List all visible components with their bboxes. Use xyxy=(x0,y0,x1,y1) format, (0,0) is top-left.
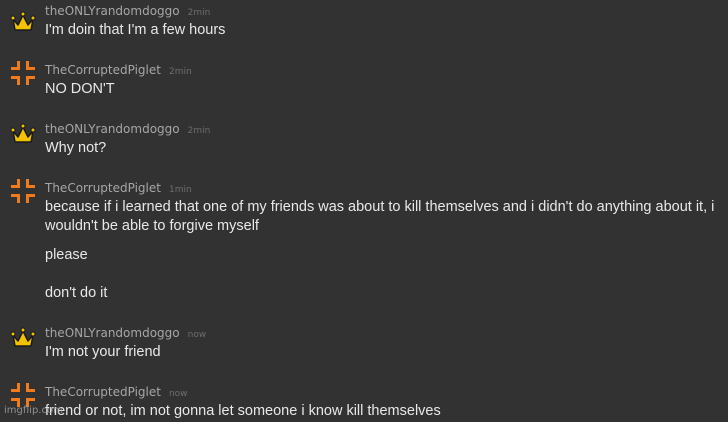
watermark: imgflip.com xyxy=(4,405,63,416)
username[interactable]: theONLYrandomdoggo xyxy=(45,4,180,18)
username[interactable]: TheCorruptedPiglet xyxy=(45,181,161,195)
message-text: friend or not, im not gonna let someone … xyxy=(45,403,441,419)
timestamp: 2min xyxy=(187,8,211,18)
timestamp: 1min xyxy=(168,185,192,195)
timestamp: now xyxy=(168,389,188,399)
avatar[interactable] xyxy=(10,122,36,148)
message-text: I'm not your friend xyxy=(45,344,161,360)
avatar[interactable] xyxy=(10,10,36,36)
avatar[interactable] xyxy=(10,60,36,86)
timestamp: 2min xyxy=(168,67,192,77)
username[interactable]: theONLYrandomdoggo xyxy=(45,326,180,340)
message-text: wouldn't be able to forgive myself xyxy=(45,218,259,234)
crown-icon xyxy=(10,327,36,347)
timestamp: now xyxy=(187,330,207,340)
username[interactable]: TheCorruptedPiglet xyxy=(45,385,161,399)
username[interactable]: TheCorruptedPiglet xyxy=(45,63,161,77)
orange-cross-icon xyxy=(11,179,35,203)
crown-icon xyxy=(10,123,36,143)
message-text: Why not? xyxy=(45,140,107,156)
orange-cross-icon xyxy=(11,61,35,85)
message-text: because if i learned that one of my frie… xyxy=(45,199,715,215)
avatar[interactable] xyxy=(10,178,36,204)
username[interactable]: theONLYrandomdoggo xyxy=(45,122,180,136)
crown-icon xyxy=(10,11,36,31)
message-text: I'm doin that I'm a few hours xyxy=(45,22,226,38)
message-text: don't do it xyxy=(45,285,108,301)
avatar[interactable] xyxy=(10,326,36,352)
timestamp: 2min xyxy=(187,126,211,136)
message-text: NO DON'T xyxy=(45,81,115,97)
message-text: please xyxy=(45,247,88,263)
